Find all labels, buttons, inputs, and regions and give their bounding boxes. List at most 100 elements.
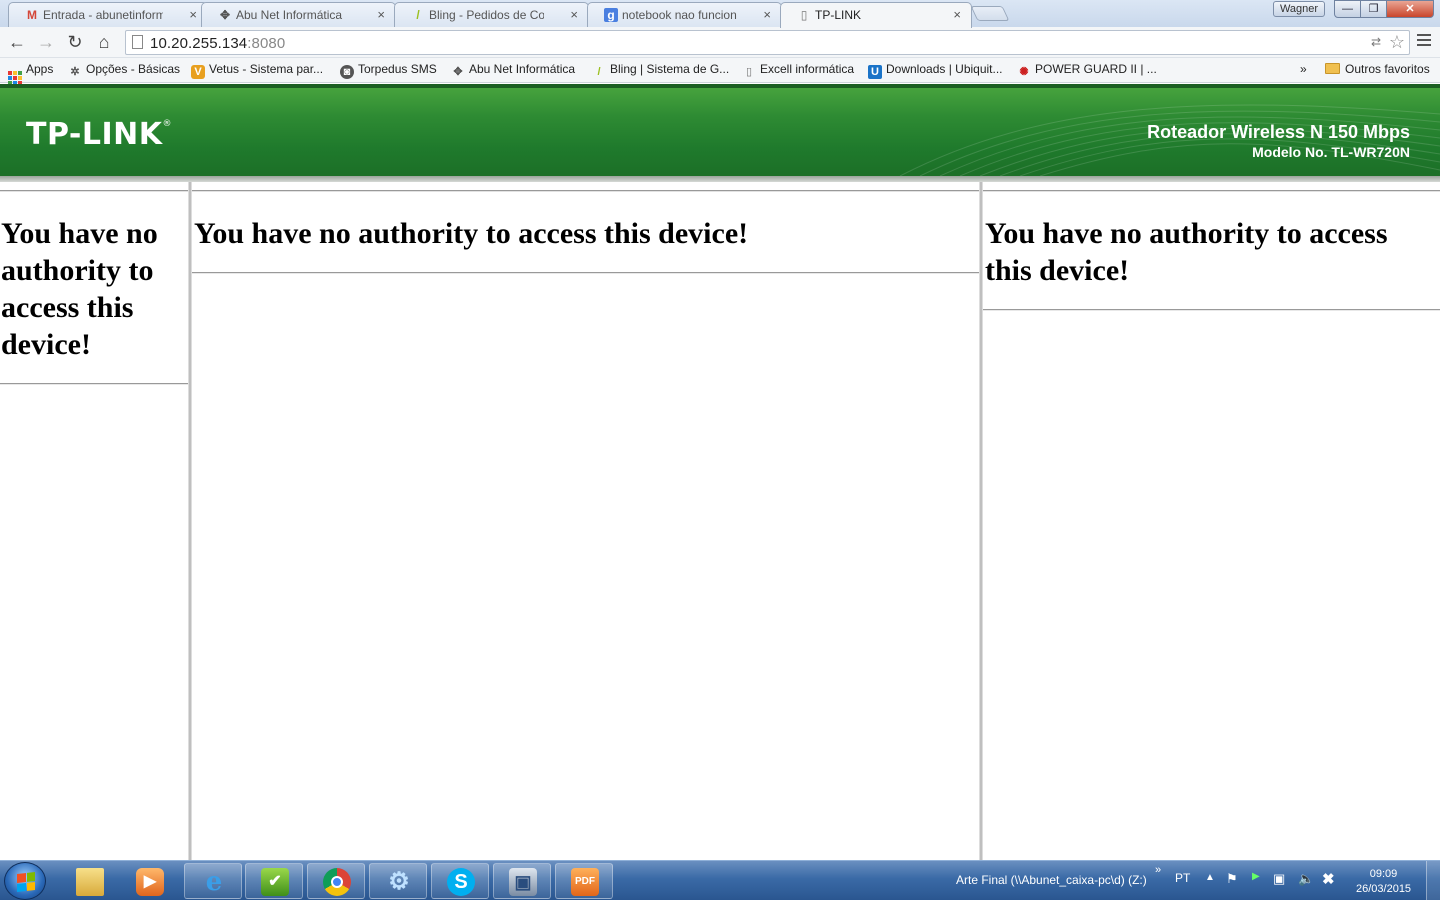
error-heading: You have no authority to access this dev… <box>1 217 158 361</box>
clock-time: 09:09 <box>1369 868 1398 880</box>
powerguard-icon: ✺ <box>1019 66 1029 78</box>
window-close-button[interactable]: ✕ <box>1386 0 1434 18</box>
taskbar-virtualbox[interactable]: ▣ <box>493 863 551 899</box>
bling-icon: / <box>597 66 601 78</box>
close-tab-icon[interactable]: × <box>570 7 578 22</box>
right-frame: You have no authority to access this dev… <box>983 182 1440 860</box>
tab-label: Bling - Pedidos de Compr <box>429 8 544 22</box>
page-icon: ▯ <box>745 66 753 78</box>
horizontal-rule <box>0 383 188 385</box>
bookmark-opcoes-basicas[interactable]: ✲ Opções - Básicas <box>68 62 180 79</box>
bookmark-excell[interactable]: ▯ Excell informática <box>742 62 854 79</box>
left-frame: You have no authority to access this dev… <box>0 182 188 860</box>
app-x-icon[interactable]: ✖ <box>1322 870 1335 888</box>
globe-icon: ✥ <box>453 66 463 78</box>
chrome-icon <box>323 868 351 896</box>
product-title: Roteador Wireless N 150 Mbps <box>1147 122 1410 142</box>
torpedus-icon: ◙ <box>340 65 354 79</box>
chrome-menu-icon[interactable] <box>1417 34 1431 50</box>
browser-toolbar: ← → ↻ ⌂ 10.20.255.134:8080 ⇄ ☆ <box>0 27 1440 58</box>
system-clock[interactable]: 09:09 26/03/2015 <box>1356 867 1411 897</box>
gear-icon: ✲ <box>70 66 80 78</box>
bookmark-folder-other[interactable]: Outros favoritos <box>1325 62 1430 76</box>
main-frame: You have no authority to access this dev… <box>192 182 979 860</box>
forward-button[interactable]: → <box>35 31 57 53</box>
tplink-logo: TP-LINK® <box>26 117 173 152</box>
tplink-banner: TP-LINK® Roteador Wireless N 150 Mbps Mo… <box>0 84 1440 176</box>
reload-button[interactable]: ↻ <box>64 31 86 53</box>
address-bar[interactable]: 10.20.255.134:8080 ⇄ ☆ <box>125 30 1410 55</box>
toolbar-chevron[interactable]: » <box>1155 864 1161 876</box>
tab-tplink[interactable]: ▯ TP-LINK × <box>780 2 972 28</box>
close-tab-icon[interactable]: × <box>953 7 961 22</box>
horizontal-rule <box>983 309 1440 311</box>
minimize-button[interactable]: — <box>1334 0 1361 18</box>
page-icon <box>132 35 143 49</box>
windows-taskbar: ▶ e ✔ ⚙ S ▣ PDF Arte Final (\\Abunet_cai… <box>0 860 1440 901</box>
start-button[interactable] <box>4 862 46 900</box>
globe-icon: ✥ <box>219 8 231 22</box>
bookmark-apps[interactable]: Apps <box>8 62 53 85</box>
close-tab-icon[interactable]: × <box>189 7 197 22</box>
bling-icon: / <box>416 8 420 22</box>
tab-google-search[interactable]: g notebook nao funciona pr × <box>587 2 782 27</box>
horizontal-rule <box>192 272 979 274</box>
tab-strip: M Entrada - abunetinformati × ✥ Abu Net … <box>0 0 1440 28</box>
bookmark-abunet[interactable]: ✥ Abu Net Informática <box>451 62 575 79</box>
tab-label: TP-LINK <box>815 8 862 22</box>
corel-draw-icon: ✔ <box>261 868 289 896</box>
tab-abunet[interactable]: ✥ Abu Net Informática × <box>201 2 396 27</box>
taskbar-settings[interactable]: ⚙ <box>369 863 427 899</box>
new-tab-button[interactable] <box>970 6 1010 21</box>
taskbar-pdf[interactable]: PDF <box>555 863 613 899</box>
virtualbox-icon: ▣ <box>509 868 537 896</box>
user-profile-button[interactable]: Wagner <box>1273 1 1325 17</box>
windows-logo-icon <box>17 872 35 892</box>
frame-top-rule <box>0 190 188 192</box>
gmail-icon: M <box>27 8 37 22</box>
tab-bling[interactable]: / Bling - Pedidos de Compr × <box>394 2 589 27</box>
frame-top-rule <box>192 190 979 192</box>
action-center-flag-icon[interactable]: ⚑ <box>1226 871 1238 887</box>
tab-gmail[interactable]: M Entrada - abunetinformati × <box>8 2 208 27</box>
tab-label: Entrada - abunetinformati <box>43 8 163 22</box>
back-button[interactable]: ← <box>6 31 28 53</box>
maximize-button[interactable]: ❐ <box>1360 0 1387 18</box>
close-tab-icon[interactable]: × <box>763 7 771 22</box>
bookmark-star-icon[interactable]: ☆ <box>1389 32 1405 53</box>
tray-expand-icon[interactable]: ▲ <box>1205 872 1215 883</box>
vetus-icon: V <box>191 65 205 79</box>
google-icon: g <box>604 8 618 22</box>
volume-icon[interactable]: 🔈 <box>1298 871 1314 887</box>
network-icon[interactable]: ▣ <box>1273 871 1285 887</box>
settings-icon: ⚙ <box>388 868 410 895</box>
taskbar-explorer[interactable] <box>60 863 118 899</box>
bookmark-ubiquiti[interactable]: U Downloads | Ubiquit... <box>868 62 1003 79</box>
internet-explorer-icon: e <box>205 867 223 897</box>
error-heading: You have no authority to access this dev… <box>194 217 749 250</box>
close-tab-icon[interactable]: × <box>377 7 385 22</box>
page-icon: ▯ <box>800 8 808 22</box>
bookmark-bling[interactable]: / Bling | Sistema de G... <box>592 62 729 79</box>
frame-top-rule <box>983 190 1440 192</box>
play-icon[interactable]: ▶ <box>1252 871 1260 882</box>
model-number: Modelo No. TL-WR720N <box>1252 144 1410 160</box>
taskbar-media-player[interactable]: ▶ <box>120 863 178 899</box>
explorer-icon <box>76 868 104 896</box>
bookmark-torpedus[interactable]: ◙ Torpedus SMS <box>340 62 437 79</box>
toolbar-drive-label[interactable]: Arte Final (\\Abunet_caixa-pc\d) (Z:) <box>956 873 1147 887</box>
taskbar-chrome[interactable] <box>307 863 365 899</box>
translate-icon[interactable]: ⇄ <box>1371 35 1381 49</box>
ubiquiti-icon: U <box>868 65 882 79</box>
taskbar-corel-draw[interactable]: ✔ <box>245 863 303 899</box>
show-desktop-button[interactable] <box>1426 861 1440 901</box>
home-icon[interactable]: ⌂ <box>93 31 115 53</box>
bookmarks-overflow-chevron[interactable]: » <box>1300 62 1307 76</box>
language-indicator[interactable]: PT <box>1175 871 1190 885</box>
taskbar-skype[interactable]: S <box>431 863 489 899</box>
apps-grid-icon <box>8 71 22 85</box>
clock-date: 26/03/2015 <box>1356 883 1412 895</box>
bookmark-vetus[interactable]: V Vetus - Sistema par... <box>191 62 323 79</box>
bookmark-power-guard[interactable]: ✺ POWER GUARD II | ... <box>1017 62 1156 79</box>
taskbar-internet-explorer[interactable]: e <box>184 863 242 899</box>
